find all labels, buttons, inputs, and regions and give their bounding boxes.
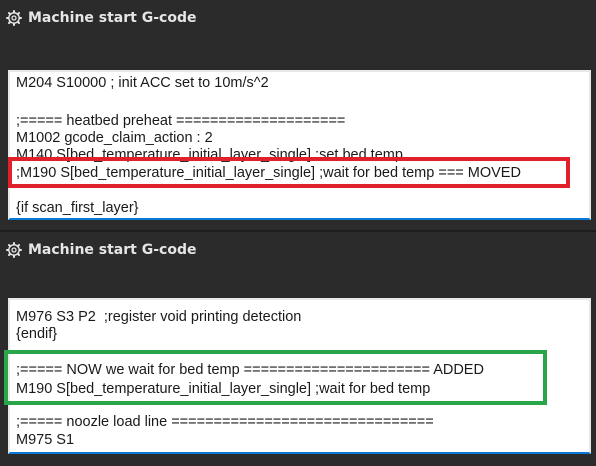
gcode-editor[interactable]: M204 S10000 ; init ACC set to 10m/s^2 ;=… bbox=[8, 70, 591, 220]
gear-icon bbox=[6, 242, 22, 258]
added-highlight-box bbox=[4, 350, 547, 405]
code-line[interactable]: ;===== noozle load line ================… bbox=[16, 413, 434, 432]
section-header: Machine start G-code bbox=[6, 6, 196, 30]
code-line[interactable]: M975 S1 bbox=[16, 431, 74, 450]
code-line[interactable]: M204 S10000 ; init ACC set to 10m/s^2 bbox=[16, 74, 269, 93]
gear-icon bbox=[6, 10, 22, 26]
code-line[interactable]: M976 S3 P2 ;register void printing detec… bbox=[16, 308, 301, 327]
section-title: Machine start G-code bbox=[28, 10, 197, 26]
code-line[interactable]: {endif} bbox=[16, 325, 57, 344]
start-gcode-panel-top: Machine start G-code M204 S10000 ; init … bbox=[0, 0, 596, 230]
code-line[interactable]: {if scan_first_layer} bbox=[16, 199, 139, 218]
section-header: Machine start G-code bbox=[6, 238, 196, 262]
start-gcode-panel-bottom: Machine start G-code M976 S3 P2 ;registe… bbox=[0, 232, 596, 466]
section-title: Machine start G-code bbox=[28, 242, 197, 258]
moved-highlight-box bbox=[8, 157, 570, 188]
